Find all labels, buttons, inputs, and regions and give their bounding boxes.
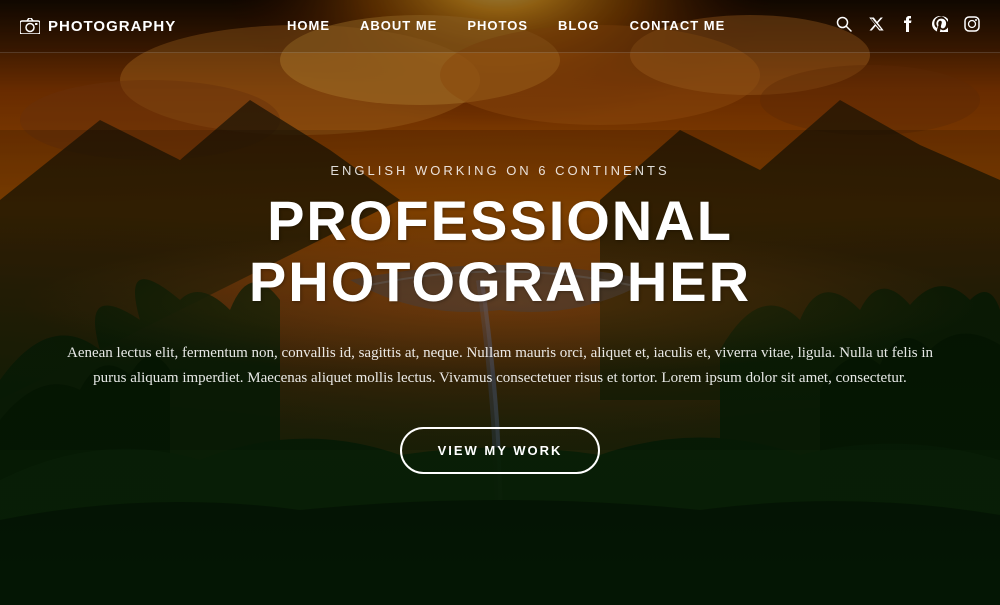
hero-description: Aenean lectus elit, fermentum non, conva… — [65, 341, 935, 392]
facebook-icon[interactable] — [900, 16, 916, 37]
navbar: PHOTOGRAPHY HOME ABOUT ME PHOTOS BLOG CO… — [0, 0, 1000, 53]
hero-section: PHOTOGRAPHY HOME ABOUT ME PHOTOS BLOG CO… — [0, 0, 1000, 605]
nav-link-photos[interactable]: PHOTOS — [467, 18, 528, 33]
hero-title: PROFESSIONAL PHOTOGRAPHER — [50, 189, 950, 312]
nav-item-home[interactable]: HOME — [287, 17, 330, 35]
nav-item-contact[interactable]: CONTACT ME — [630, 17, 726, 35]
nav-item-photos[interactable]: PHOTOS — [467, 17, 528, 35]
nav-social-icons — [836, 16, 980, 37]
hero-subtitle: ENGLISH WORKING ON 6 CONTINENTS — [50, 162, 950, 177]
twitter-icon[interactable] — [868, 16, 884, 37]
nav-link-contact[interactable]: CONTACT ME — [630, 18, 726, 33]
nav-link-blog[interactable]: BLOG — [558, 18, 600, 33]
search-icon[interactable] — [836, 16, 852, 37]
nav-item-about[interactable]: ABOUT ME — [360, 17, 437, 35]
nav-link-about[interactable]: ABOUT ME — [360, 18, 437, 33]
site-logo[interactable]: PHOTOGRAPHY — [20, 18, 176, 35]
nav-links: HOME ABOUT ME PHOTOS BLOG CONTACT ME — [287, 17, 725, 35]
logo-text: PHOTOGRAPHY — [48, 18, 176, 35]
nav-item-blog[interactable]: BLOG — [558, 17, 600, 35]
camera-icon — [20, 18, 40, 34]
nav-link-home[interactable]: HOME — [287, 18, 330, 33]
instagram-icon[interactable] — [964, 16, 980, 37]
view-work-button[interactable]: VIEW MY WORK — [400, 427, 601, 474]
hero-content: ENGLISH WORKING ON 6 CONTINENTS PROFESSI… — [50, 162, 950, 473]
pinterest-icon[interactable] — [932, 16, 948, 37]
